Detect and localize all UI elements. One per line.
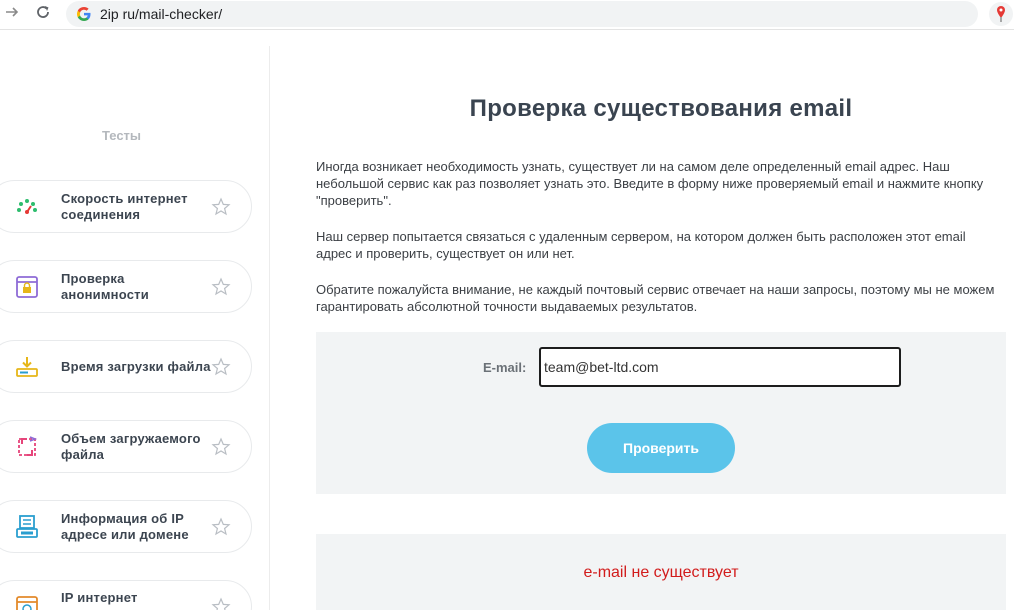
reload-icon[interactable] [32,4,54,26]
sidebar-item-label: Информация об IP адресе или домене [61,510,189,542]
check-button[interactable]: Проверить [587,423,735,473]
sidebar-item-label: Проверка анонимности [61,270,149,302]
email-check-form: E-mail: Проверить [316,332,1006,494]
result-message: e-mail не существует [583,564,739,581]
ip-internet-icon [15,595,39,610]
map-pin-extension-icon[interactable] [989,2,1013,26]
url-text[interactable]: 2ip ru/mail-checker/ [100,6,222,22]
google-g-icon [76,6,92,22]
server-paragraph: Наш сервер попытается связаться с удален… [316,229,966,261]
intro-paragraph: Иногда возникает необходимость узнать, с… [316,159,984,208]
page-title: Проверка существования email [469,95,853,122]
star-icon[interactable] [211,197,231,217]
sidebar-item-label: Объем загружаемого файла [61,430,201,462]
sidebar: Тесты Скорость интернет соединения Прове… [0,46,270,610]
sidebar-item-anonymity[interactable]: Проверка анонимности [0,260,252,313]
file-size-icon [15,435,39,459]
sidebar-item-label: IP интернет [61,590,138,605]
star-icon[interactable] [211,597,231,610]
sidebar-item-label: Время загрузки файла [61,358,211,374]
notice-paragraph: Обратите пожалуйста внимание, не каждый … [316,282,995,314]
download-icon [15,355,39,379]
star-icon[interactable] [211,517,231,537]
result-panel: e-mail не существует [316,534,1006,610]
star-icon[interactable] [211,277,231,297]
email-input[interactable] [539,347,901,387]
browser-toolbar: 2ip ru/mail-checker/ [0,0,1014,30]
email-label: E-mail: [483,360,527,375]
arrow-right-icon[interactable] [1,4,23,26]
sidebar-item-ip-internet[interactable]: IP интернет [0,580,252,610]
sidebar-item-label: Скорость интернет соединения [61,190,188,222]
star-icon[interactable] [211,357,231,377]
speedometer-icon [15,195,39,219]
anonymity-window-icon [15,275,39,299]
sidebar-item-speed[interactable]: Скорость интернет соединения [0,180,252,233]
sidebar-item-ip-info[interactable]: Информация об IP адресе или домене [0,500,252,553]
main-content: Проверка существования email Иногда возн… [271,31,1014,610]
sidebar-title: Тесты [101,128,142,143]
star-icon[interactable] [211,437,231,457]
sidebar-item-file-size[interactable]: Объем загружаемого файла [0,420,252,473]
sidebar-item-download-time[interactable]: Время загрузки файла [0,340,252,393]
address-bar[interactable]: 2ip ru/mail-checker/ [66,1,978,27]
ip-info-icon [15,515,39,539]
